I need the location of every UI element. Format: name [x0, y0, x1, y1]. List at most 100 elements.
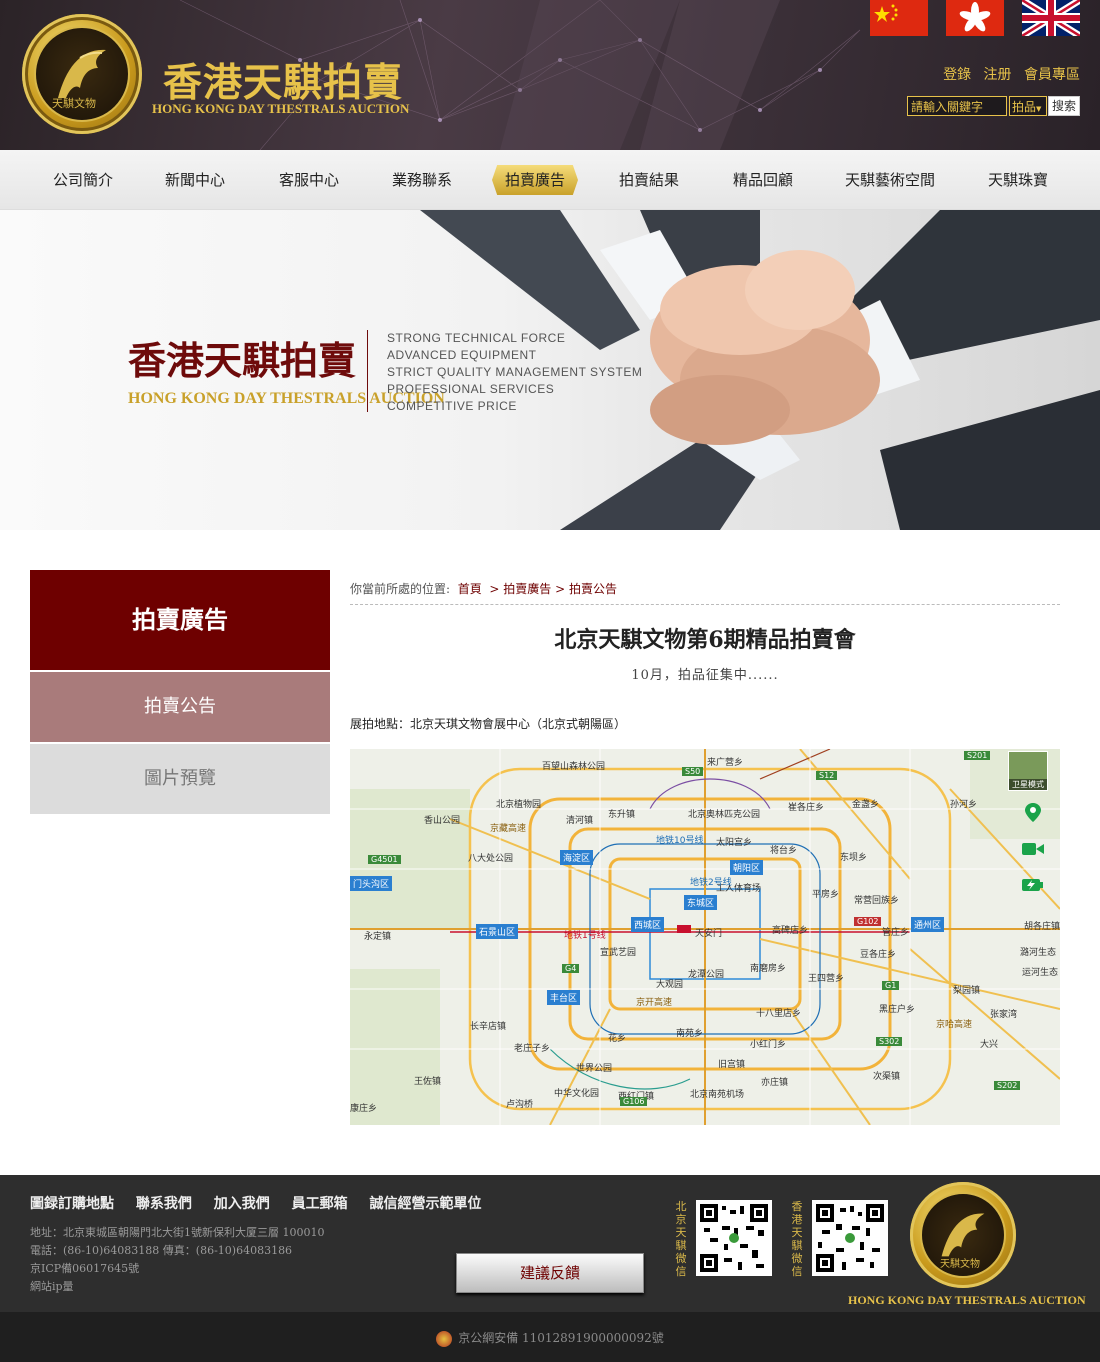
map-place-label: 常营回族乡: [854, 896, 900, 906]
footer-link-catalog[interactable]: 圖録訂購地點: [30, 1196, 114, 1212]
map-place-label: 旧宫镇: [718, 1060, 746, 1070]
police-record: 京公網安備 11012891900000092號: [0, 1329, 1100, 1347]
nav-item-news[interactable]: 新聞中心: [150, 150, 240, 210]
footer-link-contact[interactable]: 聯系我們: [136, 1196, 192, 1212]
map-place-label: 中华文化园: [554, 1089, 600, 1099]
breadcrumb: 你當前所處的位置: 首頁 > 拍賣廣告 > 拍賣公告: [350, 580, 617, 597]
qr-code-beijing: [696, 1200, 772, 1276]
video-camera-icon[interactable]: [1022, 841, 1044, 857]
search-category-select[interactable]: 拍品▼: [1009, 96, 1047, 116]
map-place-label: 管庄乡: [882, 928, 910, 938]
map-place-label: 宣武艺园: [600, 948, 637, 958]
map-place-label: 大观园: [656, 980, 684, 990]
map-place-label: 永定镇: [364, 932, 392, 942]
footer-link-join[interactable]: 加入我們: [214, 1196, 270, 1212]
map-district-label: 门头沟区: [350, 876, 393, 891]
qr-label-hong-kong: 香港天騏微信: [791, 1200, 803, 1278]
map-place-label: 南苑乡: [676, 1029, 704, 1039]
search-category-value: 拍品: [1012, 100, 1037, 114]
qr-code-hong-kong: [812, 1200, 888, 1276]
location-pin-icon[interactable]: [1024, 803, 1042, 823]
map-road-shield: G4501: [368, 855, 401, 864]
china-flag-icon[interactable]: [870, 0, 928, 36]
map-place-label: 北京奥林匹克公园: [688, 810, 761, 820]
footer-link-staff-email[interactable]: 員工郵箱: [292, 1196, 348, 1212]
map-place-label: 康庄乡: [350, 1104, 378, 1114]
feedback-button[interactable]: 建議反饋: [456, 1253, 644, 1293]
search-button[interactable]: 搜索: [1048, 96, 1080, 116]
breadcrumb-separator: >: [555, 582, 566, 596]
nav-item-business[interactable]: 業務聯系: [377, 150, 467, 210]
map-place-label: 豆各庄乡: [860, 950, 897, 960]
breadcrumb-separator: >: [485, 582, 500, 596]
nav-item-auction-results[interactable]: 拍賣結果: [604, 150, 694, 210]
login-link[interactable]: 登錄: [943, 67, 971, 83]
map-place-label: 运河生态: [1022, 968, 1059, 978]
breadcrumb-auction-ads[interactable]: 拍賣廣告: [503, 582, 551, 596]
map-road-shield: G4: [562, 964, 580, 973]
map-place-label: 龙潭公园: [688, 970, 725, 980]
police-record-text[interactable]: 京公網安備 11012891900000092號: [458, 1331, 664, 1345]
map-place-label: 梨园镇: [953, 986, 981, 996]
map-place-label: 王佐镇: [414, 1077, 442, 1087]
map-road-shield: S302: [876, 1037, 903, 1046]
banner-line: STRONG TECHNICAL FORCE: [387, 331, 566, 345]
banner-line: COMPETITIVE PRICE: [387, 399, 517, 413]
sidebar-item-auction-notice[interactable]: 拍賣公告: [30, 672, 330, 742]
map-road-label: 京开高速: [636, 998, 673, 1008]
register-link[interactable]: 注册: [984, 67, 1012, 83]
map-place-label: 平房乡: [812, 890, 840, 900]
nav-item-art-space[interactable]: 天騏藝術空間: [838, 150, 942, 210]
map-place-label: 北京南苑机场: [690, 1090, 745, 1100]
charging-icon[interactable]: [1022, 877, 1044, 891]
map-place-label: 八大处公园: [468, 854, 514, 864]
map-road-shield: S201: [964, 751, 991, 760]
map-place-label: 百望山森林公园: [542, 762, 606, 772]
map-place-label: 天安门: [695, 929, 723, 939]
banner-title: 香港天騏拍賣: [128, 338, 357, 383]
map-district-label: 丰台区: [547, 990, 581, 1005]
nav-item-service[interactable]: 客服中心: [264, 150, 354, 210]
star-icon: [874, 4, 898, 22]
map-road-shield: G1: [882, 981, 900, 990]
satellite-mode-label: 卫星模式: [1009, 779, 1047, 790]
hero-banner: 香港天騏拍賣 HONG KONG DAY THESTRALS AUCTION S…: [0, 210, 1100, 530]
map-place-label: 来广营乡: [707, 758, 744, 768]
map-road-label: 地铁1号线: [564, 931, 606, 941]
footer-icp: 京ICP備06017645號: [30, 1262, 140, 1275]
map-place-label: 太阳宫乡: [716, 838, 753, 848]
union-jack-icon: [1020, 0, 1082, 39]
map-district-label: 石景山区: [476, 924, 519, 939]
hong-kong-flag-icon[interactable]: [946, 0, 1004, 36]
member-area-link[interactable]: 會員專區: [1024, 67, 1080, 83]
beijing-map[interactable]: 海淀区 朝阳区 东城区 西城区 石景山区 丰台区 通州区 门头沟区 百望山森林公…: [350, 749, 1060, 1125]
nav-item-auction-ads[interactable]: 拍賣廣告: [492, 165, 578, 195]
map-district-label: 朝阳区: [730, 860, 764, 875]
map-road-label: 京哈高速: [936, 1020, 973, 1030]
map-place-label: 东升镇: [608, 810, 636, 820]
qr-code-icon: [816, 1204, 884, 1272]
search-input[interactable]: 請輸入關鍵字: [907, 96, 1007, 116]
footer-links: 圖録訂購地點 聯系我們 加入我們 員工郵箱 誠信經營示範單位: [30, 1193, 499, 1213]
sidebar-item-image-preview[interactable]: 圖片預覽: [30, 744, 330, 814]
map-road-shield: S202: [994, 1081, 1021, 1090]
article-title: 北京天騏文物第6期精品拍賣會: [554, 627, 856, 653]
breadcrumb-auction-notice[interactable]: 拍賣公告: [569, 582, 617, 596]
map-place-label: 金盏乡: [852, 800, 880, 810]
nav-item-highlights[interactable]: 精品回顧: [718, 150, 808, 210]
banner-line: STRICT QUALITY MANAGEMENT SYSTEM: [387, 365, 643, 379]
satellite-mode-button[interactable]: 卫星模式: [1008, 751, 1048, 791]
nav-item-company[interactable]: 公司簡介: [38, 150, 128, 210]
map-district-label: 通州区: [911, 917, 945, 932]
map-place-label: 香山公园: [424, 816, 461, 826]
nav-item-jewelry[interactable]: 天騏珠寶: [974, 150, 1062, 210]
map-district-label: 东城区: [684, 895, 718, 910]
breadcrumb-home[interactable]: 首頁: [458, 582, 482, 596]
footer-link-integrity[interactable]: 誠信經營示範單位: [370, 1196, 482, 1212]
site-title: 香港天騏拍賣: [163, 60, 404, 106]
banner-divider: [367, 330, 368, 412]
uk-flag-icon[interactable]: [1020, 0, 1082, 39]
map-place-label: 王四营乡: [808, 974, 845, 984]
map-district-label: 海淀区: [560, 850, 594, 865]
police-badge-icon: [436, 1330, 453, 1347]
